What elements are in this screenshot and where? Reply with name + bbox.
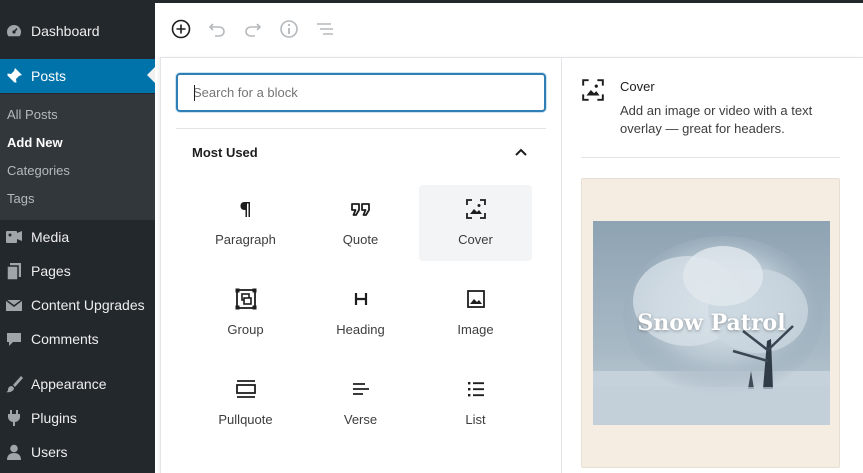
add-block-icon bbox=[170, 18, 192, 45]
block-item-group[interactable]: Group bbox=[189, 275, 302, 351]
block-label: List bbox=[465, 412, 486, 427]
most-used-panel-header[interactable]: Most Used bbox=[176, 129, 546, 175]
list-icon bbox=[464, 377, 488, 401]
verse-icon bbox=[349, 377, 373, 401]
redo-button[interactable] bbox=[242, 20, 264, 42]
block-item-image[interactable]: Image bbox=[419, 275, 532, 351]
block-label: Paragraph bbox=[215, 232, 276, 247]
block-item-heading[interactable]: Heading bbox=[304, 275, 417, 351]
info-button[interactable] bbox=[278, 18, 300, 45]
redo-icon bbox=[242, 18, 264, 45]
pages-icon bbox=[4, 261, 24, 281]
pullquote-icon bbox=[234, 377, 258, 401]
editor-toolbar bbox=[155, 3, 863, 59]
menu-item-posts[interactable]: Posts bbox=[0, 59, 155, 93]
menu-item-users[interactable]: Users bbox=[0, 435, 155, 469]
undo-button[interactable] bbox=[206, 20, 228, 42]
menu-item-comments[interactable]: Comments bbox=[0, 322, 155, 356]
text-cursor bbox=[194, 85, 195, 101]
block-inserter-popover: Most Used Paragraph Quote Cover Group He bbox=[160, 57, 863, 473]
cover-preview-image: Snow Patrol bbox=[593, 221, 830, 425]
block-search-field[interactable] bbox=[176, 73, 546, 112]
media-icon bbox=[4, 227, 24, 247]
add-block-button[interactable] bbox=[170, 18, 192, 45]
quote-icon bbox=[349, 197, 373, 221]
menu-item-label: Comments bbox=[31, 331, 99, 347]
block-label: Pullquote bbox=[218, 412, 273, 427]
menu-item-label: Plugins bbox=[31, 410, 77, 426]
outline-button[interactable] bbox=[314, 20, 336, 42]
submenu-item-categories[interactable]: Categories bbox=[7, 163, 70, 178]
block-search-input[interactable] bbox=[178, 75, 544, 110]
block-item-list[interactable]: List bbox=[419, 365, 532, 441]
block-item-verse[interactable]: Verse bbox=[304, 365, 417, 441]
panel-title: Most Used bbox=[192, 144, 258, 160]
menu-item-content-upgrades[interactable]: Content Upgrades bbox=[0, 288, 155, 322]
block-label: Verse bbox=[343, 412, 378, 427]
cover-icon bbox=[464, 197, 488, 221]
block-label: Cover bbox=[458, 232, 493, 247]
brush-icon bbox=[4, 374, 24, 394]
block-label: Group bbox=[227, 322, 264, 337]
info-icon bbox=[278, 18, 300, 45]
pin-icon bbox=[4, 66, 24, 86]
admin-sidebar: Dashboard Posts All Posts Add New Catego… bbox=[0, 0, 155, 473]
menu-item-label: Dashboard bbox=[31, 23, 100, 39]
preview-block-description: Add an image or video with a text overla… bbox=[620, 103, 813, 136]
comment-icon bbox=[4, 329, 24, 349]
cover-icon bbox=[581, 78, 605, 102]
image-icon bbox=[464, 287, 488, 311]
cover-title-text: Snow Patrol bbox=[637, 310, 786, 336]
block-label: Image bbox=[457, 322, 494, 337]
submenu-item-all-posts[interactable]: All Posts bbox=[7, 107, 58, 122]
plug-icon bbox=[4, 408, 24, 428]
paragraph-icon bbox=[234, 197, 258, 221]
menu-item-label: Media bbox=[31, 229, 70, 245]
heading-icon bbox=[349, 287, 373, 311]
divider bbox=[561, 58, 562, 473]
menu-item-plugins[interactable]: Plugins bbox=[0, 401, 155, 435]
menu-item-label: Content Upgrades bbox=[31, 297, 145, 313]
block-preview-card: Snow Patrol bbox=[581, 178, 840, 468]
block-label: Heading bbox=[336, 322, 385, 337]
divider bbox=[581, 157, 840, 158]
posts-submenu: All Posts Add New Categories Tags bbox=[0, 94, 155, 220]
chevron-up-icon[interactable] bbox=[512, 143, 530, 161]
menu-item-label: Users bbox=[31, 444, 68, 460]
menu-item-appearance[interactable]: Appearance bbox=[0, 367, 155, 401]
menu-item-dashboard[interactable]: Dashboard bbox=[0, 14, 155, 48]
menu-item-label: Pages bbox=[31, 263, 71, 279]
dashboard-icon bbox=[4, 21, 24, 41]
block-item-paragraph[interactable]: Paragraph bbox=[189, 185, 302, 261]
menu-item-media[interactable]: Media bbox=[0, 220, 155, 254]
menu-item-pages[interactable]: Pages bbox=[0, 254, 155, 288]
mail-icon bbox=[4, 295, 24, 315]
submenu-item-add-new[interactable]: Add New bbox=[7, 135, 63, 150]
menu-item-label: Appearance bbox=[31, 376, 107, 392]
preview-block-name: Cover bbox=[620, 79, 655, 94]
block-item-pullquote[interactable]: Pullquote bbox=[189, 365, 302, 441]
outline-icon bbox=[314, 18, 336, 45]
block-item-quote[interactable]: Quote bbox=[304, 185, 417, 261]
block-item-cover[interactable]: Cover bbox=[419, 185, 532, 261]
menu-item-label: Posts bbox=[31, 68, 67, 84]
user-icon bbox=[4, 442, 24, 462]
group-icon bbox=[234, 287, 258, 311]
submenu-item-tags[interactable]: Tags bbox=[7, 191, 34, 206]
block-label: Quote bbox=[342, 232, 379, 247]
undo-icon bbox=[206, 18, 228, 45]
